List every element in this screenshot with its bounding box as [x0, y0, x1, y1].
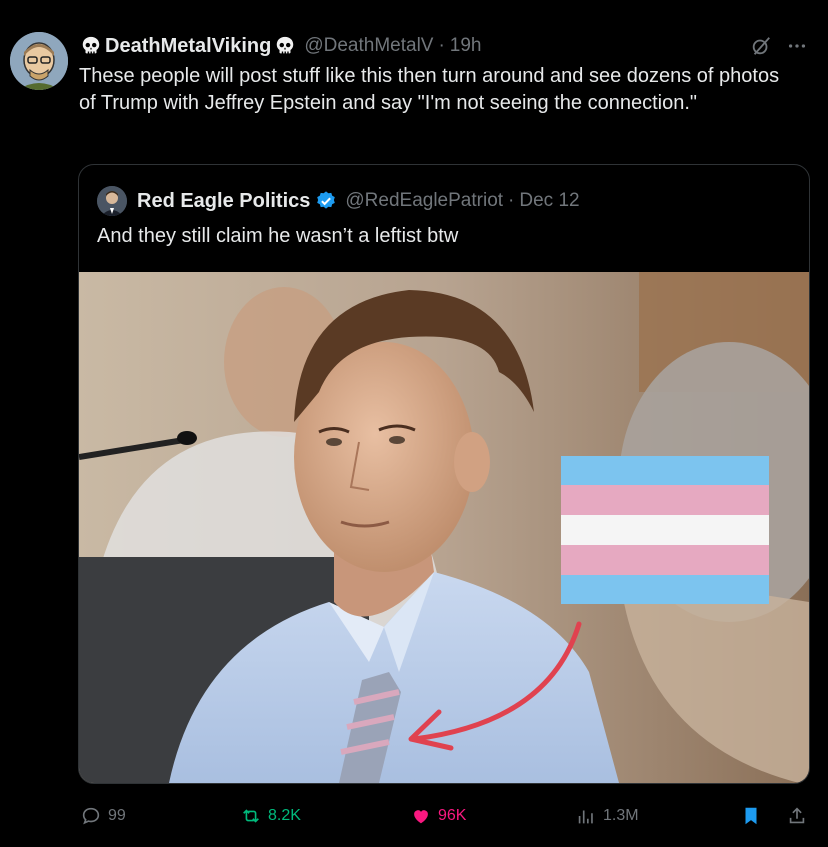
- quoted-author-avatar[interactable]: [97, 186, 127, 216]
- reply-icon: [82, 807, 100, 825]
- author-name-group[interactable]: DeathMetalViking: [80, 35, 296, 58]
- author-avatar[interactable]: [10, 32, 68, 90]
- views-button[interactable]: 1.3M: [575, 800, 639, 832]
- bookmark-icon: [745, 807, 757, 825]
- tweet-header: DeathMetalViking @DeathMetalV · 19h: [80, 33, 808, 59]
- tweet-text: These people will post stuff like this t…: [79, 65, 780, 114]
- reply-count: 99: [108, 807, 126, 824]
- repost-icon: [243, 809, 259, 823]
- author-name[interactable]: DeathMetalViking: [105, 35, 271, 58]
- quoted-author-name[interactable]: Red Eagle Politics: [137, 190, 310, 213]
- views-icon: [578, 810, 593, 824]
- quoted-photo[interactable]: [79, 272, 809, 783]
- author-handle[interactable]: @DeathMetalV: [304, 35, 433, 57]
- quoted-header: Red Eagle Politics @RedEaglePatriot · De…: [97, 185, 580, 217]
- quoted-time[interactable]: Dec 12: [519, 190, 579, 212]
- quoted-author-handle[interactable]: @RedEaglePatriot: [345, 190, 503, 212]
- more-icon[interactable]: [786, 35, 808, 57]
- like-button[interactable]: 96K: [410, 800, 466, 832]
- like-icon: [414, 810, 428, 824]
- verified-badge-icon: [317, 191, 336, 209]
- quoted-tweet[interactable]: Red Eagle Politics @RedEaglePatriot · De…: [78, 164, 810, 784]
- tweet-time[interactable]: 19h: [450, 35, 482, 57]
- views-count: 1.3M: [603, 807, 639, 824]
- action-bar: 99 8.2K 96K 1.3M: [78, 800, 808, 832]
- separator-dot: ·: [508, 190, 515, 211]
- quoted-text: And they still claim he wasn’t a leftist…: [97, 225, 459, 247]
- share-button[interactable]: [786, 800, 808, 832]
- repost-count: 8.2K: [268, 807, 301, 824]
- share-icon: [789, 807, 805, 824]
- bookmark-button[interactable]: [740, 800, 762, 832]
- grok-icon[interactable]: [750, 35, 772, 57]
- skull-icon: [277, 36, 294, 54]
- separator-dot: ·: [438, 35, 445, 56]
- repost-button[interactable]: 8.2K: [240, 800, 301, 832]
- reply-button[interactable]: 99: [80, 800, 126, 832]
- skull-icon: [82, 36, 100, 54]
- flag-overlay: [561, 456, 769, 604]
- like-count: 96K: [438, 807, 467, 824]
